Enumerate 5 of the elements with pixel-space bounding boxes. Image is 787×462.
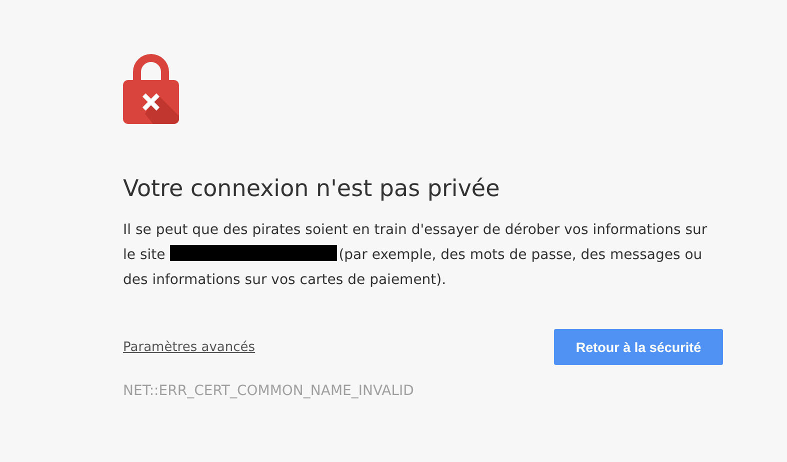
advanced-settings-link[interactable]: Paramètres avancés <box>123 340 256 354</box>
padlock-error-icon <box>123 52 179 124</box>
page-heading: Votre connexion n'est pas privée <box>123 175 501 204</box>
warning-message: Il se peut que des pirates soient en train d'essayer de dérober vos informations sur le site (par exemple, des mots de passe, des messages ou des informations sur vos cartes de paiement). <box>123 221 708 290</box>
error-code: NET::ERR_CERT_COMMON_NAME_INVALID <box>123 383 414 399</box>
